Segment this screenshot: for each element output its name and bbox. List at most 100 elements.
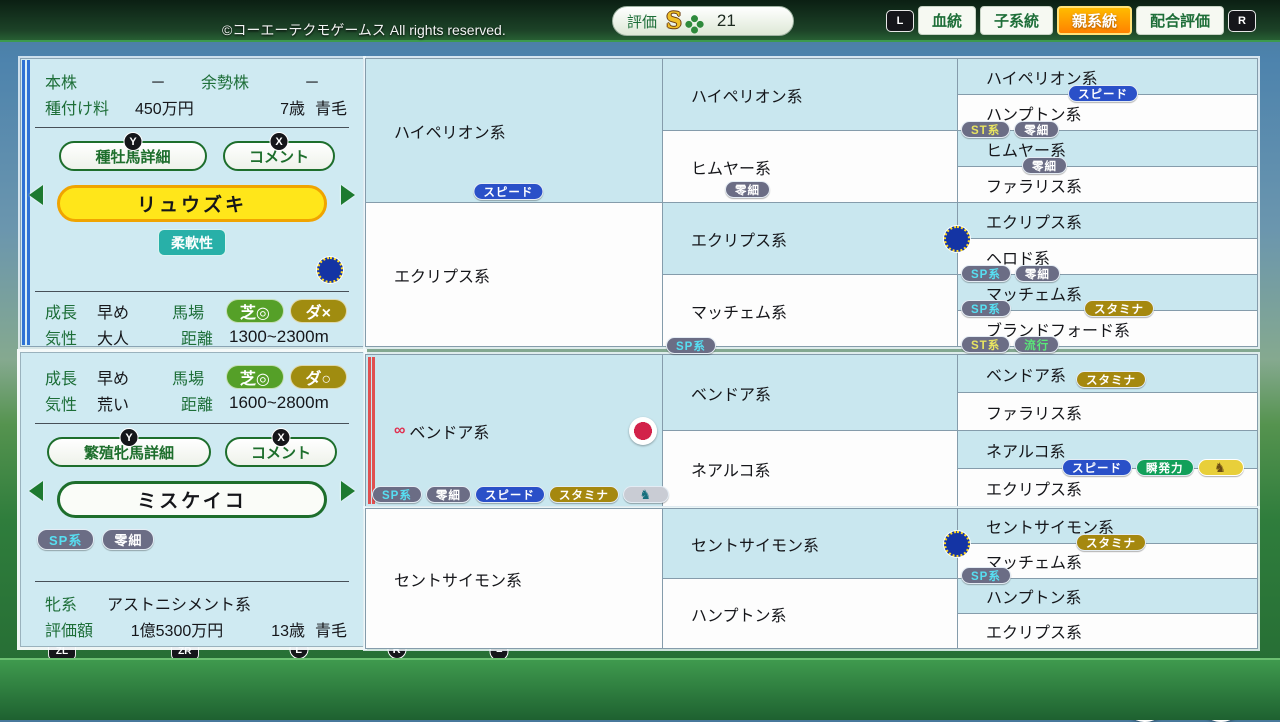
stamina-badge: スタミナ	[1084, 300, 1154, 317]
lineage-cell[interactable]: セントサイモン系	[663, 509, 970, 578]
lineage-tree: ハイペリオン系 スピード エクリプス系 ハイペリオン系 ヒムヤー系 零細 エクリ…	[365, 58, 1258, 650]
fee-label: 種付け料	[45, 101, 110, 118]
turf-badge: 芝◎	[226, 299, 284, 323]
mare-detail-button[interactable]: Y 繁殖牝馬詳細	[47, 428, 211, 467]
lineage-name: エクリプス系	[986, 625, 1083, 642]
track-label: 馬場	[172, 371, 205, 388]
lineage-cell[interactable]: ヘロド系 SP系 零細	[958, 239, 1257, 282]
bottom-bar	[0, 658, 1280, 720]
x-key-icon: X	[269, 132, 289, 151]
sp-line-badge: SP系	[961, 300, 1011, 317]
female-line-label: 牝系	[45, 597, 78, 614]
rare-badge: 零細	[1014, 265, 1060, 282]
link-icon	[394, 423, 405, 439]
tab-parent-lineage[interactable]: 親系統	[1056, 6, 1132, 35]
sp-line-badge: SP系	[37, 529, 95, 550]
rare-badge: 零細	[425, 486, 471, 503]
stamina-badge: スタミナ	[548, 486, 619, 503]
lineage-cell[interactable]: エクリプス系	[663, 203, 970, 274]
x-key-icon: X	[271, 428, 291, 447]
eu-flag-icon	[317, 257, 343, 283]
speed-badge: スピード	[1062, 459, 1132, 476]
lineage-name: ハンプトン系	[691, 607, 787, 625]
red-roundel-icon	[629, 416, 657, 445]
divider	[35, 581, 349, 582]
growth-label: 成長	[45, 305, 78, 322]
lineage-cell[interactable]: ベンドア系	[663, 355, 957, 430]
stallion-name: リュウズキ	[136, 195, 247, 216]
divider	[35, 127, 349, 128]
lineage-name: ベンドア系	[986, 367, 1067, 385]
lineage-cell[interactable]: ハイペリオン系 スピード	[958, 59, 1257, 102]
stock-label: 本株	[45, 75, 78, 92]
lineage-cell[interactable]: エクリプス系	[958, 203, 1257, 238]
tab-child-lineage[interactable]: 子系統	[979, 6, 1053, 35]
next-arrow[interactable]	[341, 481, 355, 501]
stamina-badge: スタミナ	[1076, 534, 1146, 551]
speed-badge: スピード	[473, 183, 544, 200]
lineage-name: エクリプス系	[691, 232, 788, 250]
rare-badge: 零細	[725, 181, 770, 198]
stallion-comment-button[interactable]: X コメント	[223, 132, 335, 171]
lineage-cell[interactable]: ファラリス系	[958, 167, 1257, 202]
horse-icon-badge: ♞	[622, 486, 669, 503]
prev-arrow[interactable]	[29, 185, 43, 205]
lineage-cell[interactable]: ハイペリオン系 スピード	[366, 59, 662, 202]
mare-name-row: ミスケイコ	[21, 481, 363, 518]
mare-stats-row2: 気性 荒い 距離 1600~2800m	[45, 391, 347, 415]
y-key-icon: Y	[123, 132, 143, 151]
growth-value: 早め	[97, 371, 130, 388]
lineage-name: ハンプトン系	[986, 590, 1082, 607]
lineage-cell[interactable]: ネアルコ系	[663, 431, 957, 506]
mare-age: 13歳	[271, 623, 305, 640]
prev-arrow[interactable]	[29, 481, 43, 501]
st-line-badge: ST系	[961, 336, 1011, 353]
mare-comment-button[interactable]: X コメント	[225, 428, 337, 467]
stallion-stats-row2: 気性 大人 距離 1300~2300m	[45, 325, 347, 349]
shoulder-r-button[interactable]: R	[1228, 9, 1256, 32]
lineage-name: ネアルコ系	[691, 462, 771, 480]
lineage-name: ハイペリオン系	[691, 88, 803, 106]
lineage-cell[interactable]: ネアルコ系 スピード 瞬発力 ♞	[958, 431, 1257, 476]
speed-badge: スピード	[1068, 85, 1138, 102]
lineage-cell[interactable]: ハンプトン系	[663, 579, 957, 648]
tab-bloodline[interactable]: 血統	[917, 6, 976, 35]
lineage-cell[interactable]: マッチェム系 SP系	[663, 275, 957, 354]
value-amount: 1億5300万円	[130, 623, 224, 640]
mare-panel: 成長 早め 馬場 芝◎ ダ○ 気性 荒い 距離 1600~2800m Y 繁殖牝…	[20, 352, 364, 647]
next-arrow[interactable]	[341, 185, 355, 205]
lineage-cell[interactable]: ベンドア系 スタミナ	[958, 355, 1257, 392]
lineage-name: エクリプス系	[394, 268, 491, 286]
y-key-icon: Y	[119, 428, 139, 447]
mare-name-pill[interactable]: ミスケイコ	[57, 481, 327, 518]
shoulder-l-button[interactable]: L	[885, 9, 914, 32]
fee-value: 450万円	[135, 101, 194, 118]
stallion-name-pill[interactable]: リュウズキ	[57, 185, 327, 222]
tree-group-mare-dam: セントサイモン系 セントサイモン系 ハンプトン系 セントサイモン系 スタミナ マ…	[365, 508, 1258, 649]
lineage-cell-selected[interactable]: ベンドア系 SP系 零細 スピード スタミナ ♞	[366, 355, 669, 506]
distance-value: 1300~2300m	[229, 327, 329, 346]
trend-badge: 流行	[1014, 336, 1060, 353]
clover-icon	[689, 13, 700, 24]
rare-badge: 零細	[1022, 157, 1067, 174]
eu-flag-icon	[944, 530, 970, 557]
tab-pairing-eval[interactable]: 配合評価	[1135, 6, 1224, 35]
lineage-name: セントサイモン系	[691, 537, 820, 555]
lineage-cell[interactable]: ハンプトン系	[958, 579, 1257, 613]
lineage-cell[interactable]: ファラリス系	[958, 393, 1257, 430]
lineage-cell[interactable]: ハイペリオン系	[663, 59, 957, 130]
lineage-name: ベンドア系	[691, 386, 772, 404]
dirt-badge: ダ○	[289, 365, 347, 389]
growth-label: 成長	[45, 371, 78, 388]
lineage-cell[interactable]: セントサイモン系	[366, 509, 662, 648]
lineage-cell[interactable]: エクリプス系	[366, 203, 662, 346]
lineage-name: セントサイモン系	[394, 572, 523, 590]
lineage-cell[interactable]: エクリプス系	[958, 614, 1257, 648]
stock-value: －	[149, 75, 166, 92]
lineage-cell[interactable]: セントサイモン系 スタミナ	[958, 509, 1257, 551]
mare-stats-row1: 成長 早め 馬場 芝◎ ダ○	[45, 365, 347, 389]
lineage-cell[interactable]: ヒムヤー系 零細	[663, 131, 957, 202]
stallion-detail-button[interactable]: Y 種牡馬詳細	[59, 132, 207, 171]
clover-count: 21	[716, 11, 736, 30]
lineage-name: マッチェム系	[691, 304, 788, 322]
